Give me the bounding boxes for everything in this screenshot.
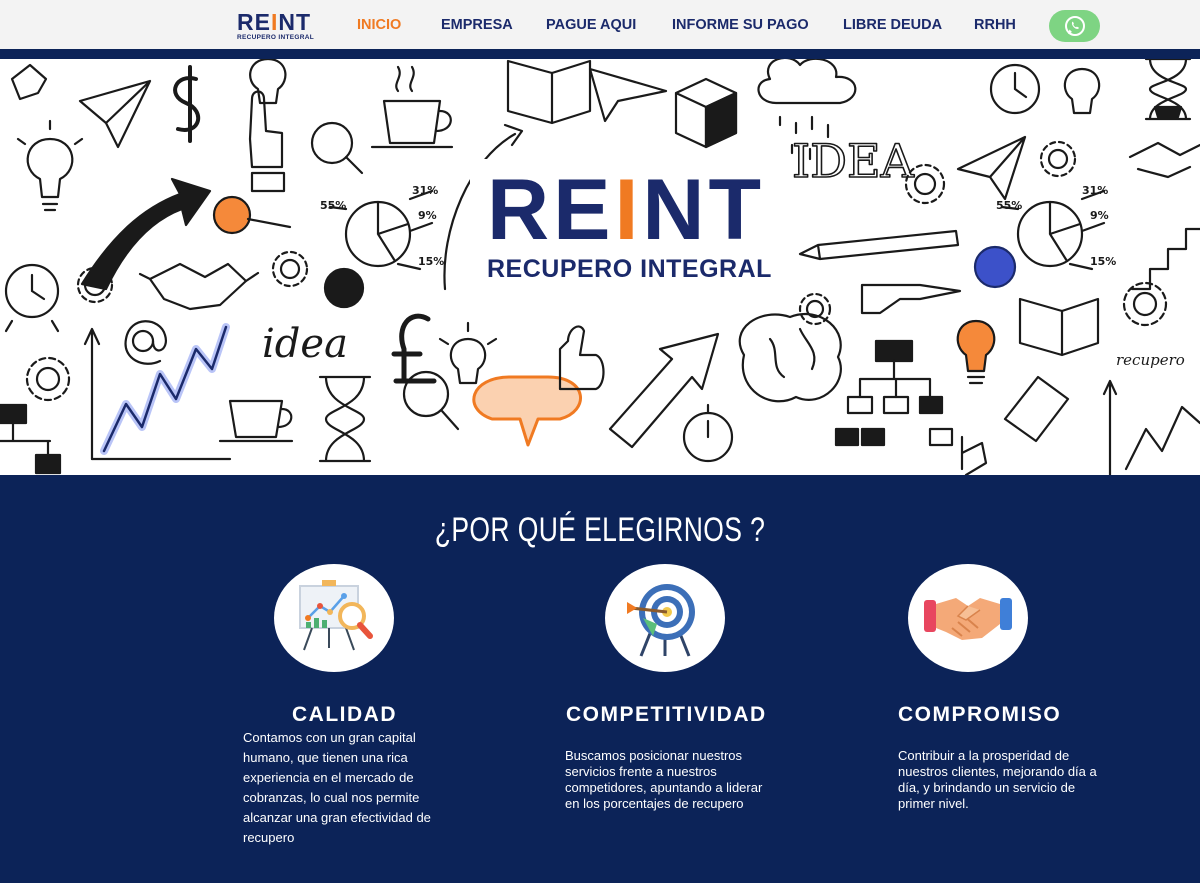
coffee-cup-icon [218, 399, 294, 443]
pointing-hand-icon [860, 283, 962, 315]
lightbulb-icon [249, 59, 287, 105]
svg-text:15%: 15% [418, 255, 444, 268]
arrow-icon [80, 177, 212, 291]
feature-text-compromiso: Contribuir a la prosperidad de nuestros … [898, 748, 1097, 811]
header-logo[interactable]: REINT RECUPERO INTEGRAL [237, 11, 317, 45]
svg-text:IDEA: IDEA [792, 134, 915, 188]
svg-text:55%: 55% [996, 199, 1022, 212]
trend-chart-icon [1102, 379, 1200, 475]
brain-icon [738, 312, 842, 403]
svg-text:recupero: recupero [1116, 351, 1185, 369]
magnifier-icon [310, 121, 364, 175]
notepad-icon [1003, 375, 1070, 443]
lightbulb-icon-orange [956, 319, 996, 385]
dollar-sign-icon [173, 65, 201, 143]
hand-icon [960, 435, 988, 475]
svg-text:55%: 55% [320, 199, 346, 212]
hero-subtitle: RECUPERO INTEGRAL [487, 255, 772, 283]
paper-plane-icon [588, 67, 668, 123]
alarm-clock-icon [989, 63, 1041, 115]
cube-icon [674, 77, 738, 149]
hourglass-icon [318, 375, 372, 463]
whatsapp-button[interactable] [1049, 10, 1100, 42]
feature-title-calidad: CALIDAD [292, 703, 397, 726]
flowchart-icon [834, 339, 954, 447]
lightbulb-icon [16, 119, 84, 212]
svg-text:9%: 9% [1090, 209, 1109, 222]
target-dart-icon [605, 564, 725, 672]
logo-tagline: RECUPERO INTEGRAL [237, 34, 314, 41]
magnifier-icon-orange [212, 195, 292, 235]
hero-banner: IDEA idea recupero 55% 31% 9% 15% 55% 31… [0, 59, 1200, 475]
gear-icon [25, 356, 71, 402]
handshake-doodle-icon [1128, 141, 1200, 179]
arrow-icon [608, 332, 720, 449]
handshake-icon [908, 564, 1028, 672]
at-sign-icon [124, 320, 168, 365]
paper-plane-icon [78, 79, 152, 149]
book-icon [1018, 297, 1100, 357]
nav-rrhh[interactable]: RRHH [974, 17, 1016, 33]
svg-text:idea: idea [262, 321, 348, 367]
lightbulb-icon [1063, 67, 1101, 115]
svg-text:31%: 31% [412, 184, 438, 197]
hand-icon [10, 63, 48, 101]
coffee-cup-icon [370, 65, 454, 149]
svg-text:15%: 15% [1090, 255, 1116, 268]
handshake-doodle-icon [138, 262, 260, 311]
feature-text-competitividad: Buscamos posicionar nuestros servicios f… [565, 748, 763, 811]
hero-brand: REINT RECUPERO INTEGRAL [487, 167, 772, 284]
feature-text-calidad: Contamos con un gran capital humano, que… [243, 730, 431, 845]
paper-plane-icon [956, 135, 1027, 201]
presentation-chart-icon [274, 564, 394, 672]
staircase-chart-icon [1130, 227, 1200, 291]
hand-icon [248, 90, 286, 193]
hero-wordmark: REINT [487, 162, 766, 258]
gear-icon [1039, 140, 1077, 178]
site-header: REINT RECUPERO INTEGRAL INICIO EMPRESA P… [0, 0, 1200, 54]
logo-wordmark: REINT [237, 9, 312, 35]
stopwatch-icon [682, 403, 734, 463]
whatsapp-icon [1064, 16, 1085, 36]
nav-inicio[interactable]: INICIO [357, 17, 401, 33]
feature-title-competitividad: COMPETITIVIDAD [566, 703, 767, 726]
nav-pague-aqui[interactable]: PAGUE AQUI [546, 17, 636, 33]
section-title: ¿POR QUÉ ELEGIRNOS ? [434, 511, 766, 549]
nav-informe-su-pago[interactable]: INFORME SU PAGO [672, 17, 809, 33]
gear-icon [271, 250, 309, 288]
pencil-icon [798, 229, 960, 261]
flowchart-icon [0, 403, 62, 475]
nav-empresa[interactable]: EMPRESA [441, 17, 513, 33]
lightbulb-icon [438, 321, 498, 385]
svg-text:31%: 31% [1082, 184, 1108, 197]
book-icon [506, 59, 592, 125]
trend-chart-icon [83, 323, 232, 461]
hourglass-icon [1144, 59, 1192, 121]
nav-libre-deuda[interactable]: LIBRE DEUDA [843, 17, 942, 33]
why-section: ¿POR QUÉ ELEGIRNOS ? CALIDAD Contamos co… [0, 475, 1200, 883]
feature-title-compromiso: COMPROMISO [898, 703, 1062, 726]
svg-text:9%: 9% [418, 209, 437, 222]
alarm-clock-icon [4, 263, 60, 333]
speech-bubble-icon-orange [472, 375, 582, 447]
